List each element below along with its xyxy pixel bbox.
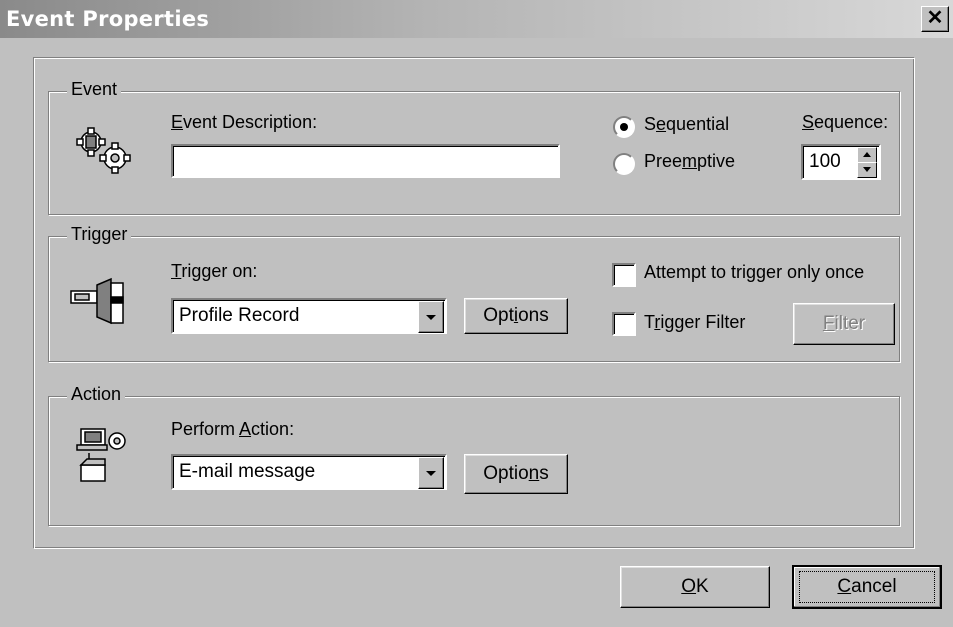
spin-down-button[interactable] [857,162,877,178]
spin-up-button[interactable] [857,147,877,163]
event-group-label: Event [67,79,122,100]
sequence-label: Sequence: [802,112,889,132]
attempt-once-label[interactable]: Attempt to trigger only once [644,262,864,283]
perform-action-value: E-mail message [179,461,316,482]
sequential-radio[interactable] [613,116,635,138]
action-group: Action Perform Action: E-mail message Op… [48,384,900,526]
trigger-dropdown-arrow[interactable] [418,301,444,333]
trigger-on-select[interactable]: Profile Record [171,298,447,334]
computer-action-icon [76,428,126,482]
cancel-button[interactable]: Cancel [792,565,942,609]
event-group: Event Event Description: Sequential Pree [48,79,900,215]
trigger-filter-label[interactable]: Trigger Filter [644,312,745,333]
event-properties-dialog: Event Properties ✕ Event Event Descripti… [0,0,953,627]
close-button[interactable]: ✕ [921,6,949,32]
properties-panel: Event Event Description: Sequential Pree [33,57,915,549]
sequence-spinner[interactable]: 100 [801,144,881,180]
attempt-once-checkbox[interactable] [612,263,636,287]
trigger-on-label: Trigger on: [171,261,258,281]
trigger-options-button[interactable]: Options [464,298,568,334]
trigger-group-label: Trigger [67,224,132,245]
ok-button[interactable]: OK [620,566,770,608]
action-group-label: Action [67,384,126,405]
perform-action-select[interactable]: E-mail message [171,454,447,490]
cancel-focus-rect [799,571,935,603]
event-description-label: Event Description: [171,112,318,132]
sequential-label[interactable]: Sequential [644,114,729,135]
trigger-on-value: Profile Record [179,305,300,326]
sequence-value: 100 [809,151,841,172]
action-dropdown-arrow[interactable] [418,457,444,489]
trigger-filter-checkbox[interactable] [612,312,636,336]
title-bar[interactable]: Event Properties ✕ [0,0,953,38]
trigger-plug-icon [70,277,124,325]
gears-icon [76,127,131,174]
perform-action-label: Perform Action: [171,419,295,439]
window-title: Event Properties [6,7,210,31]
preemptive-label[interactable]: Preemptive [644,151,735,172]
filter-button[interactable]: Filter [793,303,895,345]
trigger-group: Trigger Trigger on: Profile Record Optio… [48,224,900,362]
event-description-input[interactable] [171,144,560,178]
action-options-button[interactable]: Options [464,454,568,494]
preemptive-radio[interactable] [613,153,635,175]
